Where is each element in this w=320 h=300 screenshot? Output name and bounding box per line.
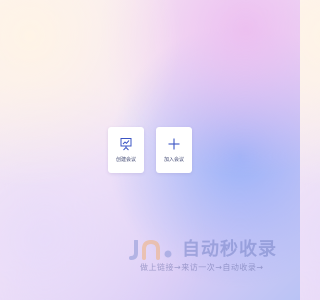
meeting-actions: 创建会议 加入会议: [108, 127, 192, 173]
create-meeting-button[interactable]: 创建会议: [108, 127, 144, 173]
create-meeting-label: 创建会议: [115, 157, 136, 163]
whiteboard-chart-icon: [119, 137, 133, 151]
join-meeting-button[interactable]: 加入会议: [156, 127, 192, 173]
plus-icon: [167, 137, 181, 151]
join-meeting-label: 加入会议: [163, 157, 184, 163]
watermark-subtitle: 做上链接→来访一次→自动收录→: [140, 263, 264, 272]
jn-logo-icon: [128, 239, 174, 260]
watermark: 自动秒收录 做上链接→来访一次→自动收录→: [128, 239, 288, 280]
watermark-title: 自动秒收录: [182, 239, 277, 260]
